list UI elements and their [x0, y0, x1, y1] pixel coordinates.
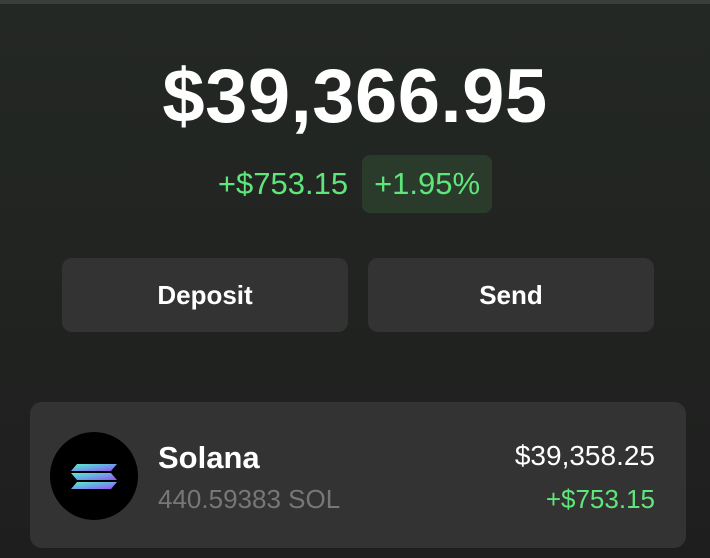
balance-change-amount: +$753.15 — [217, 166, 349, 201]
total-balance: $39,366.95 — [162, 54, 548, 139]
token-amount: 440.59383 SOL — [158, 484, 341, 514]
deposit-button[interactable]: Deposit — [62, 258, 348, 332]
token-value: $39,358.25 — [514, 440, 655, 471]
balance-change-row: +$753.15 +1.95% — [0, 155, 710, 213]
token-name: Solana — [158, 440, 260, 475]
solana-logo-icon — [50, 432, 138, 520]
token-row-solana[interactable]: Solana 440.59383 SOL $39,358.25 +$753.15 — [30, 402, 686, 548]
send-button[interactable]: Send — [368, 258, 654, 332]
top-border — [0, 0, 710, 4]
balance-change-percent-badge: +1.95% — [362, 155, 493, 213]
token-change: +$753.15 — [545, 484, 655, 514]
